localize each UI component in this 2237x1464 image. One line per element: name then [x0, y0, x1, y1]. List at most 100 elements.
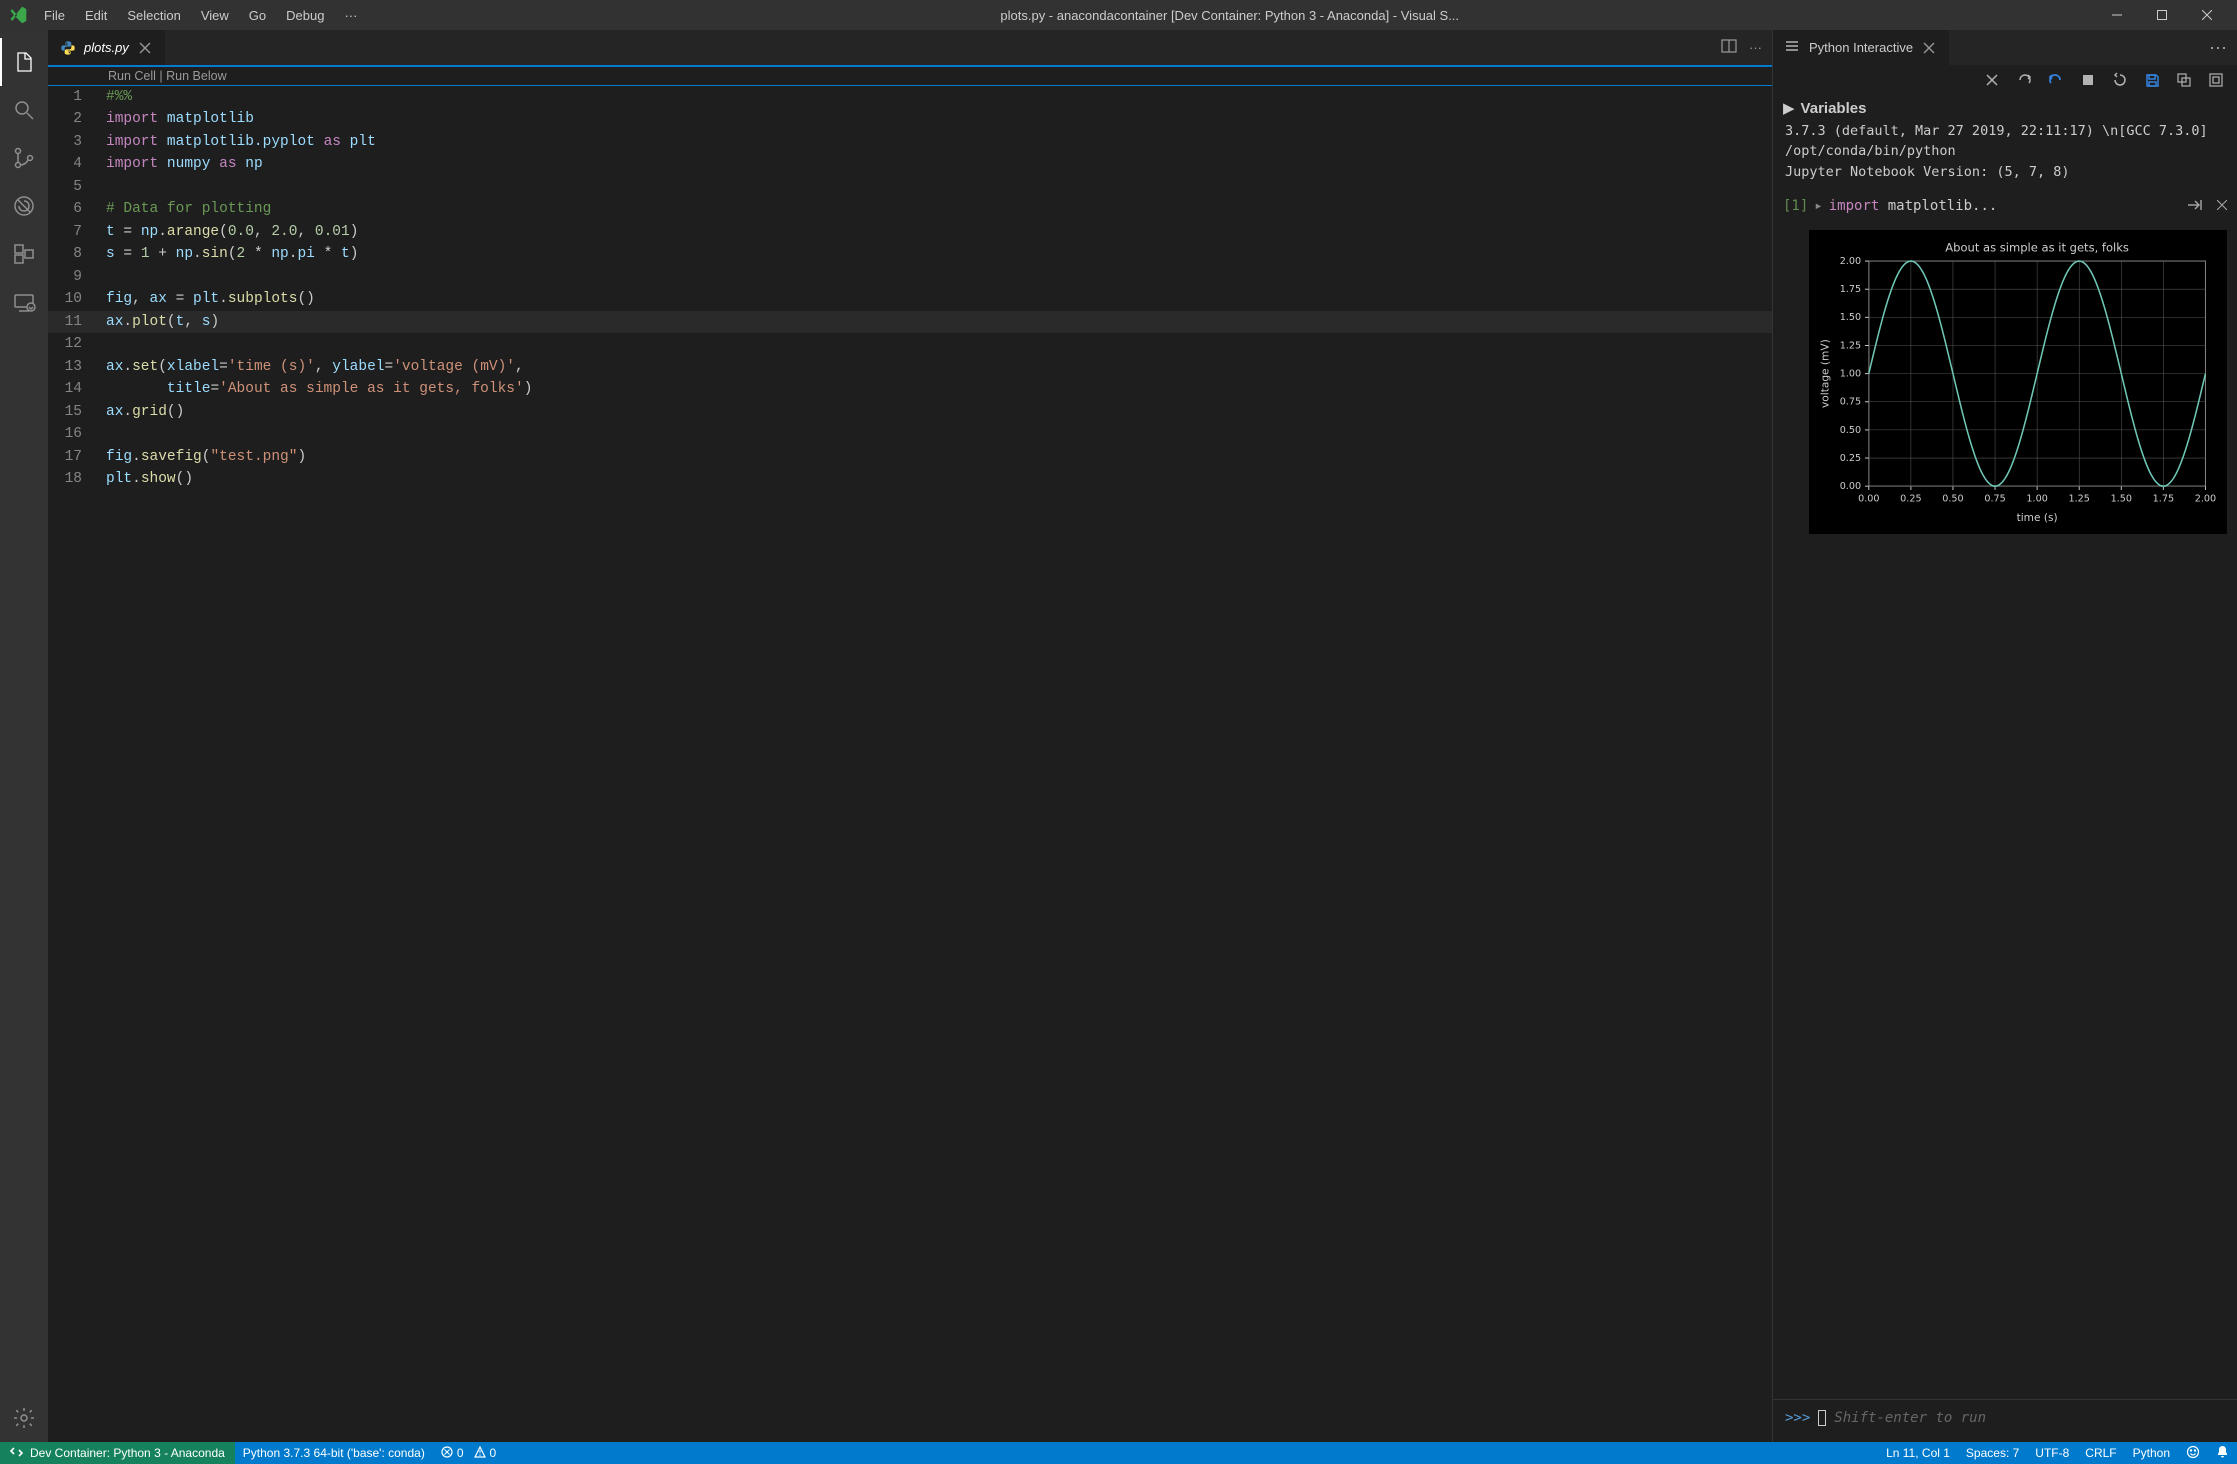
- menu-go[interactable]: Go: [241, 4, 274, 27]
- more-actions-icon[interactable]: ···: [2199, 37, 2237, 58]
- code-content: [98, 266, 1772, 288]
- menu-view[interactable]: View: [193, 4, 237, 27]
- maximize-button[interactable]: [2139, 0, 2184, 30]
- svg-text:2.00: 2.00: [1840, 256, 1861, 267]
- activity-extensions[interactable]: [0, 230, 48, 278]
- codelens-run-cell[interactable]: Run Cell: [108, 69, 156, 83]
- activity-settings[interactable]: [0, 1394, 48, 1442]
- line-number: 13: [48, 356, 98, 378]
- variables-header[interactable]: ▶ Variables: [1773, 95, 2237, 121]
- status-encoding[interactable]: UTF-8: [2027, 1442, 2077, 1464]
- goto-code-icon[interactable]: [2187, 198, 2205, 216]
- line-number: 4: [48, 153, 98, 175]
- repl-input-row: >>>: [1773, 1399, 2237, 1442]
- expand-icon[interactable]: [2175, 71, 2193, 89]
- svg-text:2.00: 2.00: [2195, 493, 2216, 504]
- window-controls: [2094, 0, 2229, 30]
- code-content: s = 1 + np.sin(2 * np.pi * t): [98, 243, 1772, 265]
- status-cursor[interactable]: Ln 11, Col 1: [1878, 1442, 1958, 1464]
- code-line[interactable]: 5: [48, 176, 1772, 198]
- status-language[interactable]: Python: [2125, 1442, 2178, 1464]
- code-line[interactable]: 14 title='About as simple as it gets, fo…: [48, 378, 1772, 400]
- menu-overflow-icon[interactable]: ···: [336, 4, 365, 27]
- title-bar: File Edit Selection View Go Debug ··· pl…: [0, 0, 2237, 30]
- line-number: 2: [48, 108, 98, 130]
- activity-search[interactable]: [0, 86, 48, 134]
- code-line[interactable]: 4import numpy as np: [48, 153, 1772, 175]
- svg-text:1.75: 1.75: [2153, 493, 2174, 504]
- code-line[interactable]: 10fig, ax = plt.subplots(): [48, 288, 1772, 310]
- code-line[interactable]: 16: [48, 423, 1772, 445]
- menu-debug[interactable]: Debug: [278, 4, 332, 27]
- tab-python-interactive[interactable]: Python Interactive: [1773, 30, 1949, 65]
- code-line[interactable]: 15ax.grid(): [48, 401, 1772, 423]
- activity-debug[interactable]: [0, 182, 48, 230]
- line-number: 11: [48, 311, 98, 333]
- line-number: 12: [48, 333, 98, 355]
- svg-text:1.75: 1.75: [1840, 284, 1861, 295]
- line-number: 15: [48, 401, 98, 423]
- stop-icon[interactable]: [2079, 71, 2097, 89]
- codelens-run-below[interactable]: Run Below: [166, 69, 226, 83]
- menu-selection[interactable]: Selection: [119, 4, 188, 27]
- undo-icon[interactable]: [2047, 71, 2065, 89]
- code-line[interactable]: 17fig.savefig("test.png"): [48, 446, 1772, 468]
- cancel-icon[interactable]: [1983, 71, 2001, 89]
- close-icon[interactable]: [137, 40, 153, 56]
- code-line[interactable]: 7t = np.arange(0.0, 2.0, 0.01): [48, 221, 1772, 243]
- close-icon[interactable]: [1921, 40, 1937, 56]
- status-feedback[interactable]: [2178, 1442, 2208, 1464]
- activity-source-control[interactable]: [0, 134, 48, 182]
- editor-body[interactable]: 1#%%2import matplotlib3import matplotlib…: [48, 86, 1772, 1442]
- svg-text:0.75: 0.75: [1840, 396, 1861, 407]
- line-number: 17: [48, 446, 98, 468]
- svg-text:1.25: 1.25: [2069, 493, 2090, 504]
- code-content: import matplotlib.pyplot as plt: [98, 131, 1772, 153]
- remote-icon: [10, 1445, 24, 1462]
- status-python-env[interactable]: Python 3.7.3 64-bit ('base': conda): [235, 1442, 433, 1464]
- code-line[interactable]: 11ax.plot(t, s): [48, 311, 1772, 333]
- activity-remote[interactable]: [0, 278, 48, 326]
- code-line[interactable]: 8s = 1 + np.sin(2 * np.pi * t): [48, 243, 1772, 265]
- code-content: fig, ax = plt.subplots(): [98, 288, 1772, 310]
- code-line[interactable]: 3import matplotlib.pyplot as plt: [48, 131, 1772, 153]
- activity-explorer[interactable]: [0, 38, 48, 86]
- code-line[interactable]: 12: [48, 333, 1772, 355]
- tab-plots-py[interactable]: plots.py: [48, 30, 166, 65]
- status-eol[interactable]: CRLF: [2077, 1442, 2124, 1464]
- status-remote[interactable]: Dev Container: Python 3 - Anaconda: [0, 1442, 235, 1464]
- cell-1[interactable]: [1] ▸ import matplotlib...: [1773, 192, 2237, 222]
- status-notifications[interactable]: [2208, 1442, 2237, 1464]
- editor-group: plots.py ··· Run Cell | Run Below 1#%%2i…: [48, 30, 1772, 1442]
- code-line[interactable]: 6# Data for plotting: [48, 198, 1772, 220]
- line-number: 3: [48, 131, 98, 153]
- restart-icon[interactable]: [2111, 71, 2129, 89]
- code-content: ax.grid(): [98, 401, 1772, 423]
- menu-edit[interactable]: Edit: [77, 4, 115, 27]
- line-number: 10: [48, 288, 98, 310]
- close-button[interactable]: [2184, 0, 2229, 30]
- code-line[interactable]: 18plt.show(): [48, 468, 1772, 490]
- code-content: t = np.arange(0.0, 2.0, 0.01): [98, 221, 1772, 243]
- status-indent[interactable]: Spaces: 7: [1958, 1442, 2027, 1464]
- repl-input[interactable]: [1834, 1410, 2225, 1426]
- window-title: plots.py - anacondacontainer [Dev Contai…: [365, 8, 2094, 23]
- code-line[interactable]: 2import matplotlib: [48, 108, 1772, 130]
- line-number: 7: [48, 221, 98, 243]
- status-problems[interactable]: 0 0: [433, 1442, 504, 1464]
- svg-text:0.75: 0.75: [1984, 493, 2005, 504]
- minimize-button[interactable]: [2094, 0, 2139, 30]
- code-line[interactable]: 1#%%: [48, 86, 1772, 108]
- code-content: [98, 423, 1772, 445]
- more-actions-icon[interactable]: ···: [1749, 40, 1762, 55]
- split-editor-icon[interactable]: [1721, 38, 1737, 57]
- svg-text:0.00: 0.00: [1858, 493, 1879, 504]
- collapse-icon[interactable]: [2207, 71, 2225, 89]
- menu-file[interactable]: File: [36, 4, 73, 27]
- code-line[interactable]: 13ax.set(xlabel='time (s)', ylabel='volt…: [48, 356, 1772, 378]
- code-line[interactable]: 9: [48, 266, 1772, 288]
- svg-text:1.25: 1.25: [1840, 340, 1861, 351]
- close-icon[interactable]: [2217, 198, 2227, 214]
- save-icon[interactable]: [2143, 71, 2161, 89]
- redo-icon[interactable]: [2015, 71, 2033, 89]
